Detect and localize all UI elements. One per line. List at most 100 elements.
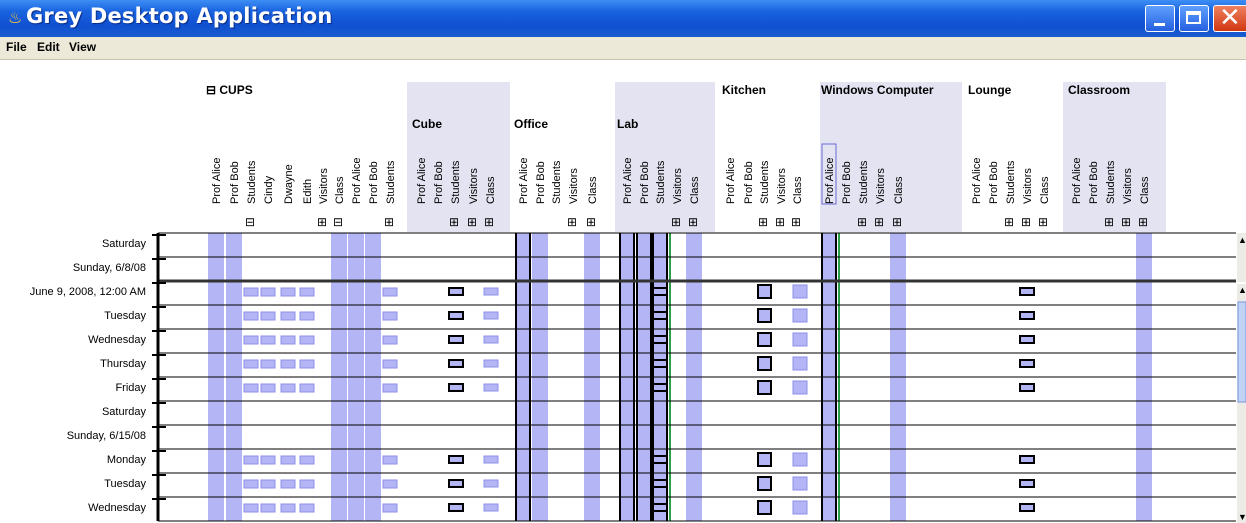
event-block[interactable] xyxy=(792,356,808,371)
timeline-grid[interactable]: ⊟ CUPS Cube Office Lab Kitchen Windows Comput… xyxy=(0,60,1246,523)
column-header-label[interactable]: Visitors xyxy=(875,168,887,204)
event-block[interactable] xyxy=(243,311,259,321)
column-header-label[interactable]: Visitors xyxy=(568,168,580,204)
column-header-label[interactable]: Prof Bob xyxy=(988,161,1000,204)
event-block[interactable] xyxy=(448,503,464,512)
event-block[interactable] xyxy=(483,311,499,320)
event-block[interactable] xyxy=(299,359,315,369)
event-block[interactable] xyxy=(243,455,259,465)
event-block[interactable] xyxy=(448,311,464,320)
event-block[interactable] xyxy=(483,335,499,344)
column-header-label[interactable]: Prof Alice xyxy=(518,158,530,204)
event-block[interactable] xyxy=(652,479,668,488)
expand-toggle-icon[interactable]: ⊞ xyxy=(671,215,681,229)
event-block[interactable] xyxy=(280,311,296,321)
column-header-label[interactable]: Students xyxy=(1105,160,1117,204)
column-header-label[interactable]: Dwayne xyxy=(283,164,295,204)
event-block[interactable] xyxy=(382,359,398,369)
event-block[interactable] xyxy=(448,335,464,344)
expand-toggle-icon[interactable]: ⊞ xyxy=(892,215,902,229)
column-header-label[interactable]: Students xyxy=(1005,160,1017,204)
event-block[interactable] xyxy=(483,383,499,392)
column-header-label[interactable]: Class xyxy=(485,176,497,204)
column-header-label[interactable]: Prof Alice xyxy=(725,158,737,204)
event-block[interactable] xyxy=(299,335,315,345)
event-block[interactable] xyxy=(260,311,276,321)
column-header-label[interactable]: Class xyxy=(893,176,905,204)
expand-toggle-icon[interactable]: ⊞ xyxy=(775,215,785,229)
expand-toggle-icon[interactable]: ⊞ xyxy=(449,215,459,229)
column-header-label[interactable]: Prof Bob xyxy=(841,161,853,204)
event-block[interactable] xyxy=(299,287,315,297)
column-header-label[interactable]: Prof Alice xyxy=(416,158,428,204)
event-block[interactable] xyxy=(448,383,464,392)
column-header-label[interactable]: Prof Alice xyxy=(351,158,363,204)
event-block[interactable] xyxy=(483,287,499,296)
group-label-cube[interactable]: Cube xyxy=(412,117,442,131)
event-block[interactable] xyxy=(382,287,398,297)
event-block[interactable] xyxy=(243,479,259,489)
event-block[interactable] xyxy=(1019,455,1035,464)
scrollbar-thumb[interactable] xyxy=(1237,301,1246,403)
event-block[interactable] xyxy=(382,335,398,345)
expand-toggle-icon[interactable]: ⊞ xyxy=(874,215,884,229)
expand-toggle-icon[interactable]: ⊞ xyxy=(467,215,477,229)
group-label-lab[interactable]: Lab xyxy=(617,117,638,131)
calendar-view[interactable]: ⊟ CUPS Cube Office Lab Kitchen Windows Comput… xyxy=(0,60,1246,523)
event-block[interactable] xyxy=(260,359,276,369)
event-block[interactable] xyxy=(280,287,296,297)
event-block[interactable] xyxy=(243,383,259,393)
menu-file[interactable]: File xyxy=(6,40,27,54)
event-block[interactable] xyxy=(1019,383,1035,392)
column-header-label[interactable]: Prof Alice xyxy=(824,158,836,204)
event-block[interactable] xyxy=(299,503,315,513)
expand-toggle-icon[interactable]: ⊞ xyxy=(791,215,801,229)
column-header-label[interactable]: Students xyxy=(858,160,870,204)
minimize-button[interactable] xyxy=(1145,5,1175,32)
event-block[interactable] xyxy=(280,455,296,465)
event-block[interactable] xyxy=(652,383,668,392)
expand-toggle-icon[interactable]: ⊞ xyxy=(1121,215,1131,229)
expand-toggle-icon[interactable]: ⊞ xyxy=(857,215,867,229)
column-header-label[interactable]: Students xyxy=(246,160,258,204)
expand-toggle-icon[interactable]: ⊞ xyxy=(1004,215,1014,229)
event-block[interactable] xyxy=(260,287,276,297)
expand-toggle-icon[interactable]: ⊞ xyxy=(317,215,327,229)
maximize-button[interactable] xyxy=(1179,5,1209,32)
column-header-label[interactable]: Prof Alice xyxy=(622,158,634,204)
column-header-label[interactable]: Edith xyxy=(302,179,314,204)
column-header-label[interactable]: Students xyxy=(655,160,667,204)
column-header-label[interactable]: Visitors xyxy=(1022,168,1034,204)
event-block[interactable] xyxy=(652,455,668,464)
group-label-classroom[interactable]: Classroom xyxy=(1068,83,1130,97)
expand-toggle-icon[interactable]: ⊞ xyxy=(758,215,768,229)
event-block[interactable] xyxy=(243,335,259,345)
expand-toggle-icon[interactable]: ⊟ xyxy=(245,215,255,229)
column-header-label[interactable]: Prof Bob xyxy=(229,161,241,204)
column-header-label[interactable]: Prof Bob xyxy=(1088,161,1100,204)
group-label-kitchen[interactable]: Kitchen xyxy=(722,83,766,97)
event-block[interactable] xyxy=(652,335,668,344)
column-header-label[interactable]: Students xyxy=(385,160,397,204)
event-block[interactable] xyxy=(652,503,668,512)
column-header-label[interactable]: Visitors xyxy=(318,168,330,204)
group-label-windows-computer[interactable]: Windows Computer xyxy=(821,83,934,97)
event-block[interactable] xyxy=(382,455,398,465)
event-block[interactable] xyxy=(1019,503,1035,512)
event-block[interactable] xyxy=(299,383,315,393)
expand-toggle-icon[interactable]: ⊞ xyxy=(688,215,698,229)
event-block[interactable] xyxy=(757,476,772,491)
column-header-label[interactable]: Class xyxy=(1139,176,1151,204)
event-block[interactable] xyxy=(757,308,772,323)
close-button[interactable]: ✕ xyxy=(1213,4,1246,32)
menu-view[interactable]: View xyxy=(69,40,96,54)
event-block[interactable] xyxy=(652,287,668,296)
event-block[interactable] xyxy=(1019,479,1035,488)
event-block[interactable] xyxy=(280,479,296,489)
event-block[interactable] xyxy=(483,479,499,488)
column-header-label[interactable]: Prof Bob xyxy=(368,161,380,204)
group-label-cups[interactable]: ⊟ CUPS xyxy=(206,83,253,97)
event-block[interactable] xyxy=(792,500,808,515)
event-block[interactable] xyxy=(652,359,668,368)
event-block[interactable] xyxy=(792,380,808,395)
